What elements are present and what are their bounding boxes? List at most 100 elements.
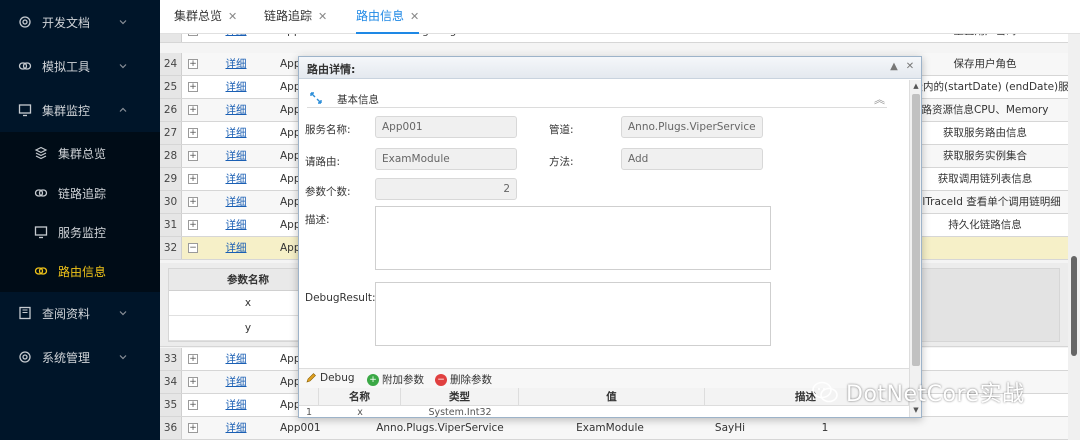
chevron-down-icon — [119, 64, 127, 69]
description-cell — [902, 237, 1068, 259]
debug-button-label: Debug — [320, 372, 355, 384]
expand-icon[interactable]: + — [188, 59, 198, 69]
channel-cell: Anno.Plugs.ViperService — [376, 422, 504, 434]
count-cell: 1 — [821, 422, 829, 434]
router-field[interactable]: ExamModule — [375, 148, 517, 170]
sidebar-item-cluster-overview[interactable]: 集群总览 — [0, 133, 160, 173]
sidebar-item-system[interactable]: 系统管理 — [0, 337, 160, 377]
detail-link[interactable]: 详细 — [206, 99, 266, 121]
scrollbar-thumb[interactable] — [1071, 256, 1077, 356]
app-cell: App001 — [270, 34, 350, 42]
sidebar-item-route-info[interactable]: 路由信息 — [0, 251, 160, 291]
expand-icon[interactable]: + — [188, 34, 198, 36]
expand-icon[interactable]: + — [188, 105, 198, 115]
expand-icon[interactable]: + — [188, 354, 198, 364]
sidebar-item-cluster-monitor[interactable]: 集群监控 — [0, 90, 160, 130]
param-count-field[interactable]: 2 — [375, 178, 517, 200]
detail-link[interactable]: 详细 — [206, 34, 266, 42]
router-cell: PlatformModule — [530, 34, 690, 42]
expand-icon[interactable]: + — [188, 400, 198, 410]
detail-link[interactable]: 详细 — [206, 191, 266, 213]
close-icon[interactable]: ✕ — [318, 10, 327, 23]
chevron-down-icon — [119, 355, 127, 360]
tab-cluster-overview[interactable]: 集群总览 ✕ — [174, 0, 237, 34]
chevron-down-icon — [119, 311, 127, 316]
expand-icon[interactable]: + — [188, 220, 198, 230]
service-name-field[interactable]: App001 — [375, 116, 517, 138]
row-number: 32 — [160, 237, 182, 259]
sidebar-item-label: 系统管理 — [42, 350, 91, 365]
dialog-body: 基本信息 ︽ 服务名称: App001 管道: Anno.Plugs.Viper… — [299, 80, 909, 368]
debug-button[interactable]: Debug — [305, 372, 355, 384]
subtable-filler — [920, 268, 1060, 342]
sidebar-item-dev-docs[interactable]: 开发文档 — [0, 2, 160, 42]
tab-label: 链路追踪 — [264, 9, 313, 23]
sidebar-item-label: 链路追踪 — [58, 186, 107, 201]
detail-link[interactable]: 详细 — [206, 214, 266, 236]
sidebar-item-service-monitor[interactable]: 服务监控 — [0, 212, 160, 252]
detail-link[interactable]: 详细 — [206, 76, 266, 98]
watermark: DotNetCore实战 — [810, 374, 1025, 410]
param-name-cell[interactable]: x — [319, 407, 401, 417]
tab-bar: 集群总览 ✕ 链路追踪 ✕ 路由信息 ✕ — [160, 0, 1080, 34]
row-number: 35 — [160, 394, 182, 416]
add-param-button[interactable]: + 附加参数 — [367, 372, 424, 387]
close-icon[interactable]: ✕ — [903, 60, 917, 74]
detail-link[interactable]: 详细 — [206, 394, 266, 416]
stack-icon — [34, 146, 48, 160]
expand-icon[interactable]: + — [188, 197, 198, 207]
service-name-label: 服务名称: — [305, 124, 351, 136]
expand-icon[interactable]: + — [188, 128, 198, 138]
expand-icon[interactable]: + — [188, 174, 198, 184]
sidebar-item-trace[interactable]: 链路追踪 — [0, 173, 160, 213]
expand-icon[interactable]: + — [188, 377, 198, 387]
tab-trace[interactable]: 链路追踪 ✕ — [264, 0, 327, 34]
method-field[interactable]: Add — [621, 148, 763, 170]
detail-link[interactable]: 详细 — [206, 371, 266, 393]
row-number: 24 — [160, 53, 182, 75]
collapse-up-icon[interactable]: ︽ — [874, 91, 885, 107]
detail-link[interactable]: 详细 — [206, 348, 266, 370]
channel-field[interactable]: Anno.Plugs.ViperService — [621, 116, 763, 138]
tab-route-info[interactable]: 路由信息 ✕ — [356, 0, 420, 34]
debug-result-textarea[interactable] — [375, 282, 771, 346]
sidebar-item-label: 集群监控 — [42, 103, 91, 118]
minimize-icon[interactable]: ▲ — [887, 60, 901, 74]
sidebar-item-mock-tools[interactable]: 模拟工具 — [0, 46, 160, 86]
detail-link[interactable]: 详细 — [206, 237, 266, 259]
detail-link[interactable]: 详细 — [206, 53, 266, 75]
scroll-up-icon[interactable]: ▲ — [911, 82, 921, 92]
close-icon[interactable]: ✕ — [410, 10, 419, 23]
expand-icon[interactable]: + — [188, 151, 198, 161]
channel-cell: Anno.Plugs.LogicService — [350, 34, 530, 42]
row-number: 30 — [160, 191, 182, 213]
detail-link[interactable]: 详细 — [206, 122, 266, 144]
description-textarea[interactable] — [375, 206, 771, 270]
collapse-icon[interactable]: − — [188, 243, 198, 253]
dialog-header[interactable]: 路由详情: ▲ ✕ — [299, 57, 921, 79]
channel-label: 管道: — [549, 124, 574, 136]
wechat-icon — [812, 381, 838, 403]
sidebar-item-reference[interactable]: 查阅资料 — [0, 293, 160, 333]
description-cell: 重置用户密码 — [902, 34, 1068, 42]
description-cell: balTraceId 查看单个调用链明细 — [909, 196, 1061, 208]
dialog-scrollbar[interactable]: ▲ ▼ — [909, 80, 921, 417]
param-row-number: 1 — [305, 407, 313, 418]
router-label: 请路由: — [305, 156, 341, 168]
section-header-basic-info[interactable]: 基本信息 ︽ — [307, 88, 887, 108]
expand-icon[interactable]: + — [188, 423, 198, 433]
param-type-header: 类型 — [401, 388, 519, 406]
page-scrollbar[interactable] — [1068, 34, 1080, 440]
count-cell: 0 — [780, 34, 870, 42]
expand-icon[interactable]: + — [188, 82, 198, 92]
detail-link[interactable]: 详细 — [206, 145, 266, 167]
delete-param-button[interactable]: − 删除参数 — [435, 372, 492, 387]
param-name-header: 名称 — [319, 388, 401, 406]
dialog-scrollbar-thumb[interactable] — [912, 94, 920, 366]
detail-link[interactable]: 详细 — [206, 417, 266, 439]
detail-link[interactable]: 详细 — [206, 168, 266, 190]
delete-param-label: 删除参数 — [450, 374, 492, 386]
monitor-icon — [18, 104, 32, 117]
param-type-cell[interactable]: System.Int32 — [401, 407, 519, 417]
close-icon[interactable]: ✕ — [228, 10, 237, 23]
